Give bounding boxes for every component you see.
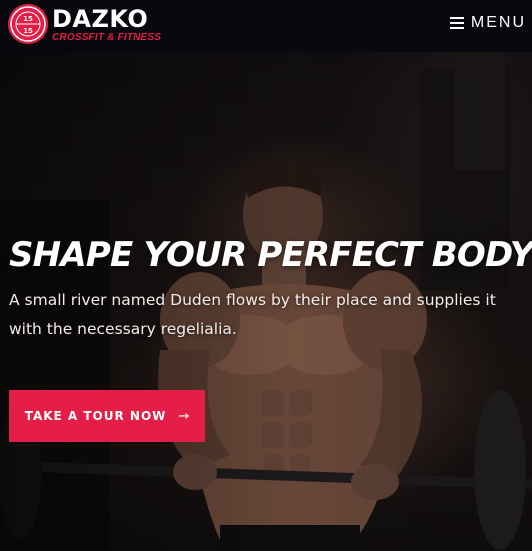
menu-label: MENU xyxy=(470,14,526,31)
logo-badge-bottom: 15 xyxy=(23,27,33,35)
menu-button[interactable]: MENU xyxy=(449,14,526,32)
site-header: 15 15 DAZKO CROSSFIT & FITNESS MENU xyxy=(0,0,532,52)
take-a-tour-button[interactable]: TAKE A TOUR NOW → xyxy=(9,390,205,442)
logo-tagline: CROSSFIT & FITNESS xyxy=(52,31,162,43)
logo-badge-top: 15 xyxy=(23,15,33,23)
logo-name: DAZKO xyxy=(52,4,149,33)
logo-text: DAZKO CROSSFIT & FITNESS xyxy=(52,6,161,43)
logo-badge-icon: 15 15 xyxy=(8,4,48,44)
hero-headline: SHAPE YOUR PERFECT BODY xyxy=(9,235,532,275)
cta-label: TAKE A TOUR NOW xyxy=(24,409,167,423)
arrow-right-icon: → xyxy=(178,408,190,424)
site-logo[interactable]: 15 15 DAZKO CROSSFIT & FITNESS xyxy=(8,4,161,44)
hero-subtext: A small river named Duden flows by their… xyxy=(9,291,496,338)
hamburger-icon xyxy=(449,17,464,29)
